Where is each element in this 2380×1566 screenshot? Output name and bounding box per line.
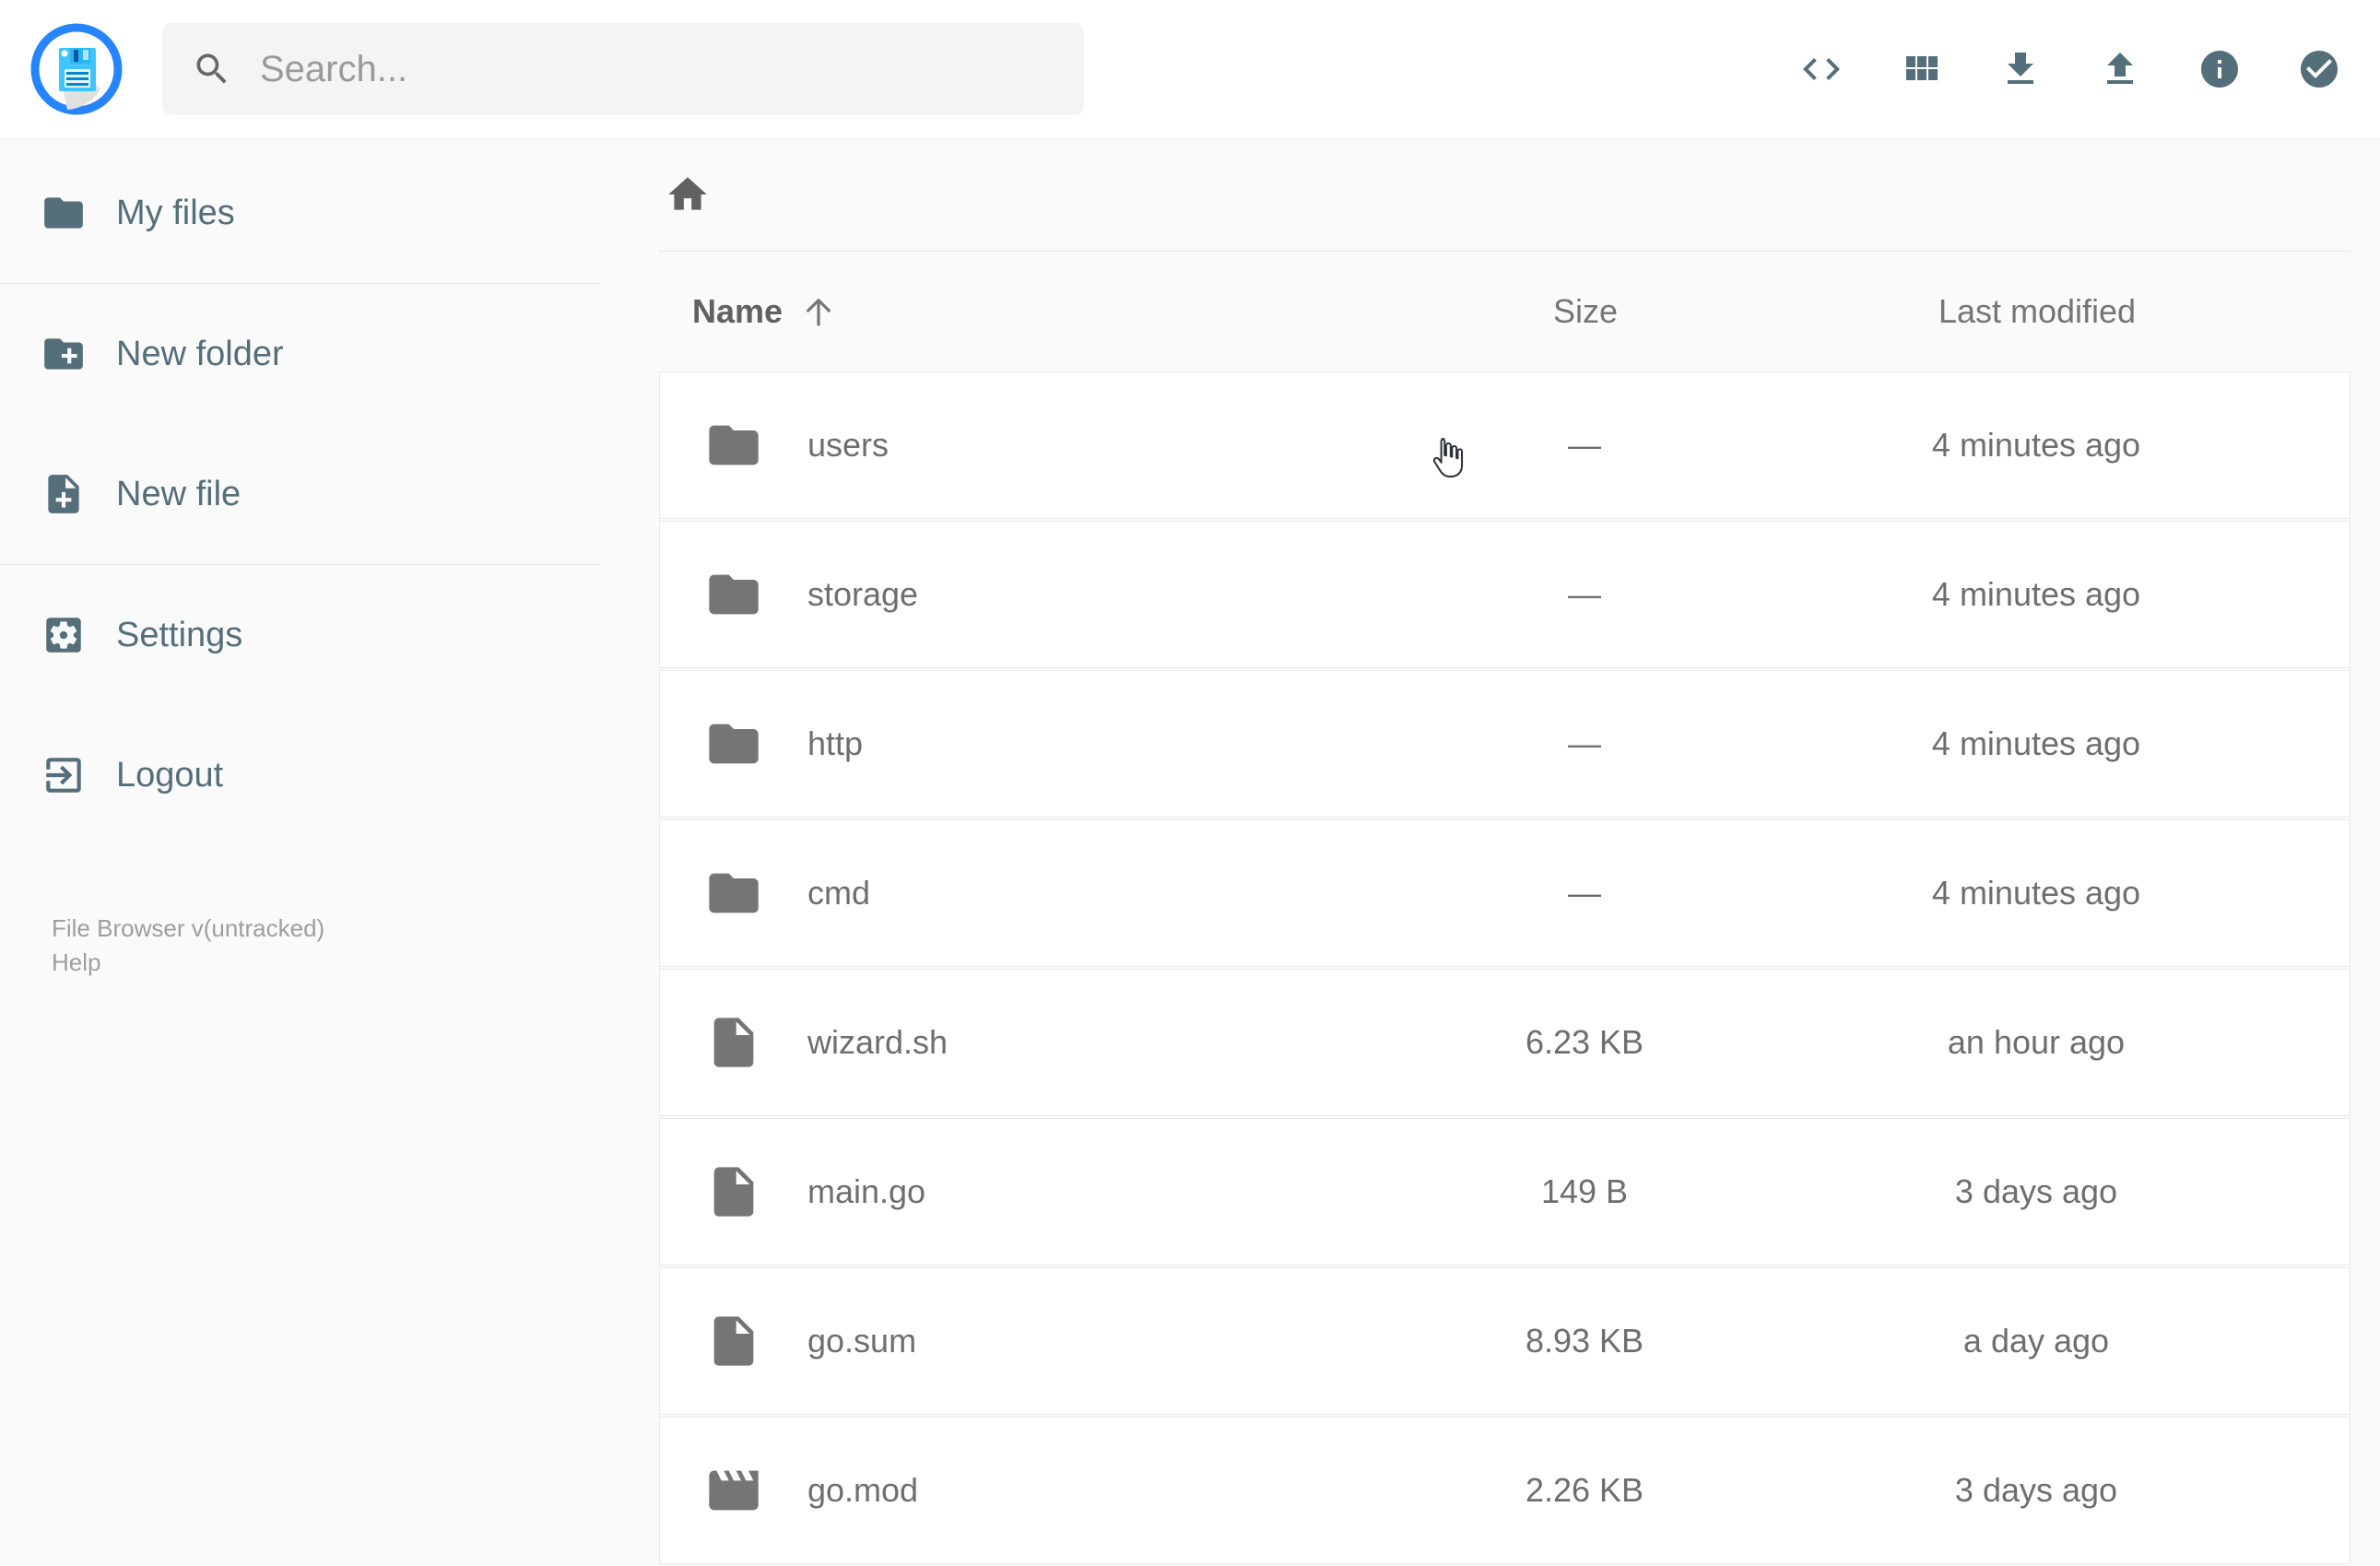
new-file-icon: [48, 475, 79, 513]
upload-icon[interactable]: [2098, 47, 2142, 91]
file-row-cmd[interactable]: cmd — 4 minutes ago: [659, 819, 2351, 967]
rows: users — 4 minutes ago storage — 4 minute…: [659, 371, 2351, 1564]
folder-icon: [709, 574, 759, 615]
sidebar: My files New folder New file Settings Lo…: [0, 138, 599, 980]
search-input[interactable]: [260, 48, 1055, 90]
grid-view-icon[interactable]: [1899, 47, 1943, 91]
filebrowser-logo-icon[interactable]: [30, 23, 123, 115]
file-modified: 4 minutes ago: [1931, 426, 2141, 464]
file-icon: [713, 1316, 754, 1366]
file-row-wizard-sh[interactable]: wizard.sh 6.23 KB an hour ago: [659, 969, 2351, 1116]
new-folder-icon: [44, 338, 83, 370]
file-modified: 4 minutes ago: [1931, 874, 2141, 912]
folder-icon: [709, 873, 759, 913]
shell-code-icon[interactable]: [1799, 47, 1844, 91]
sidebar-item-label: New file: [116, 474, 242, 513]
column-name-label: Name: [692, 292, 784, 330]
file-size: 149 B: [1540, 1172, 1629, 1210]
file-name: wizard.sh: [807, 1023, 948, 1061]
sidebar-item-label: My files: [116, 193, 235, 232]
sidebar-item-label: Settings: [116, 615, 243, 654]
file-modified: a day ago: [1962, 1322, 2110, 1360]
file-listing: Name Size Last modified users — 4 minute…: [659, 138, 2351, 1566]
file-modified: 4 minutes ago: [1931, 724, 2141, 762]
file-size: 6.23 KB: [1525, 1023, 1644, 1061]
folder-icon: [44, 197, 83, 229]
sort-ascending-icon: [807, 299, 831, 326]
file-name: go.mod: [807, 1471, 919, 1509]
info-icon[interactable]: [2197, 47, 2242, 91]
filebrowser-app: { "header": { "search": { "placeholder":…: [0, 0, 2380, 1564]
file-size: —: [1568, 724, 1601, 762]
breadcrumb: [659, 138, 2351, 252]
movie-icon: [709, 1470, 759, 1511]
file-size: 8.93 KB: [1525, 1322, 1644, 1360]
file-row-storage[interactable]: storage — 4 minutes ago: [659, 521, 2351, 668]
file-icon: [713, 1167, 754, 1217]
column-header-size[interactable]: Size: [1392, 292, 1779, 331]
file-row-go-mod[interactable]: go.mod 2.26 KB 3 days ago: [659, 1417, 2351, 1564]
file-name: users: [807, 426, 890, 464]
file-name: cmd: [807, 874, 871, 912]
select-multiple-icon[interactable]: [2297, 47, 2341, 91]
search-bar[interactable]: [162, 23, 1084, 115]
file-size: 2.26 KB: [1525, 1471, 1644, 1509]
file-size: —: [1568, 874, 1601, 912]
file-row-main-go[interactable]: main.go 149 B 3 days ago: [659, 1118, 2351, 1266]
file-row-go-sum[interactable]: go.sum 8.93 KB a day ago: [659, 1267, 2351, 1415]
file-name: main.go: [807, 1172, 926, 1210]
help-link[interactable]: Help: [52, 946, 599, 980]
file-modified: 4 minutes ago: [1931, 575, 2141, 613]
file-modified: 3 days ago: [1954, 1471, 2118, 1509]
file-row-http[interactable]: http — 4 minutes ago: [659, 670, 2351, 818]
file-size: —: [1568, 426, 1601, 464]
sidebar-item-settings[interactable]: Settings: [0, 565, 599, 705]
sidebar-item-new-folder[interactable]: New folder: [0, 284, 599, 424]
folder-icon: [709, 425, 759, 465]
settings-icon: [46, 618, 81, 653]
list-header: Name Size Last modified: [659, 252, 2351, 371]
logout-icon: [46, 758, 81, 793]
toolbar-actions: [1799, 47, 2380, 91]
sidebar-footer: File Browser v(untracked) Help: [0, 912, 599, 980]
file-icon: [713, 1018, 754, 1067]
column-header-modified[interactable]: Last modified: [1779, 292, 2295, 331]
top-bar: [0, 0, 2380, 139]
search-icon: [196, 53, 227, 84]
file-name: go.sum: [807, 1322, 917, 1360]
sidebar-item-label: New folder: [116, 334, 284, 373]
file-modified: 3 days ago: [1954, 1172, 2118, 1210]
file-name: http: [807, 724, 864, 762]
sidebar-item-new-file[interactable]: New file: [0, 424, 599, 564]
file-modified: an hour ago: [1947, 1023, 2126, 1061]
sidebar-item-label: Logout: [116, 755, 224, 795]
sidebar-item-my-files[interactable]: My files: [0, 143, 599, 283]
file-name: storage: [807, 575, 919, 613]
home-icon[interactable]: [665, 171, 711, 218]
file-row-users[interactable]: users — 4 minutes ago: [659, 371, 2351, 519]
column-header-name[interactable]: Name: [692, 292, 1392, 331]
folder-icon: [709, 724, 759, 764]
download-icon[interactable]: [1998, 47, 2043, 91]
sidebar-item-logout[interactable]: Logout: [0, 705, 599, 845]
app-version: File Browser v(untracked): [52, 914, 325, 942]
file-size: —: [1568, 575, 1601, 613]
